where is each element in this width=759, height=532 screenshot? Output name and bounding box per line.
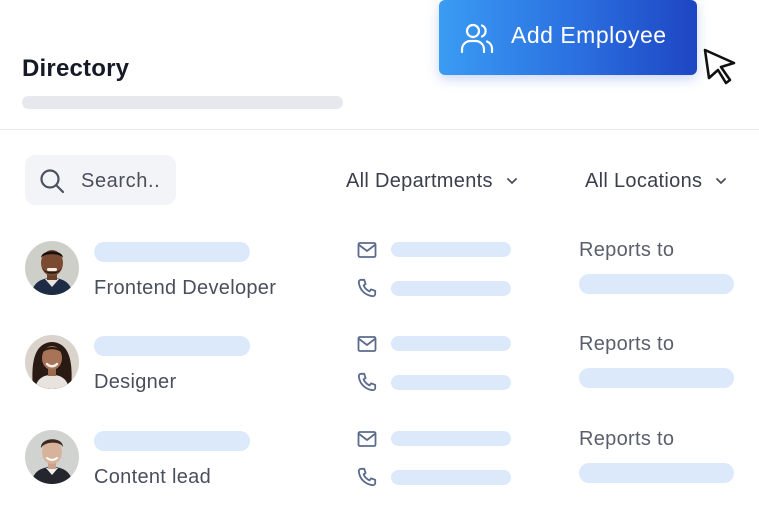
- employee-role: Designer: [94, 371, 177, 393]
- location-filter[interactable]: All Locations: [585, 168, 728, 194]
- avatar: [25, 430, 79, 484]
- department-filter-label: All Departments: [346, 169, 493, 192]
- location-filter-label: All Locations: [585, 169, 703, 192]
- search-input[interactable]: [81, 168, 171, 194]
- employee-role: Frontend Developer: [94, 277, 277, 299]
- employee-row[interactable]: Content lead Reports to: [0, 428, 759, 520]
- reports-to-label: Reports to: [579, 428, 675, 450]
- page-header: Directory Add Employee: [0, 0, 759, 130]
- mail-icon[interactable]: [357, 335, 377, 353]
- chevron-down-icon: [506, 178, 517, 184]
- page-title: Directory: [22, 55, 130, 82]
- reports-to-skeleton: [579, 274, 734, 294]
- reports-to-skeleton: [579, 463, 734, 483]
- name-skeleton: [94, 336, 250, 356]
- reports-to-label: Reports to: [579, 239, 675, 261]
- reports-to-skeleton: [579, 368, 734, 388]
- mail-icon[interactable]: [357, 241, 377, 259]
- avatar: [25, 335, 79, 389]
- avatar: [25, 241, 79, 295]
- search-box[interactable]: [25, 155, 176, 205]
- title-skeleton: [22, 96, 343, 109]
- department-filter[interactable]: All Departments: [346, 168, 519, 194]
- name-skeleton: [94, 242, 250, 262]
- mail-icon[interactable]: [357, 430, 377, 448]
- chevron-down-icon: [716, 178, 727, 184]
- employee-role: Content lead: [94, 466, 212, 488]
- cursor-arrow-icon: [703, 48, 736, 85]
- name-skeleton: [94, 431, 250, 451]
- email-skeleton: [391, 336, 511, 351]
- phone-skeleton: [391, 375, 511, 390]
- phone-skeleton: [391, 281, 511, 296]
- phone-icon[interactable]: [357, 372, 377, 392]
- employee-row[interactable]: Frontend Developer Reports to: [0, 239, 759, 331]
- employee-row[interactable]: Designer Reports to: [0, 333, 759, 425]
- search-icon: [40, 169, 65, 194]
- phone-icon[interactable]: [357, 278, 377, 298]
- add-employee-label: Add Employee: [511, 22, 667, 48]
- phone-skeleton: [391, 470, 511, 485]
- phone-icon[interactable]: [357, 467, 377, 487]
- email-skeleton: [391, 242, 511, 257]
- users-icon: [460, 23, 494, 54]
- add-employee-button[interactable]: Add Employee: [439, 0, 697, 75]
- reports-to-label: Reports to: [579, 333, 675, 355]
- email-skeleton: [391, 431, 511, 446]
